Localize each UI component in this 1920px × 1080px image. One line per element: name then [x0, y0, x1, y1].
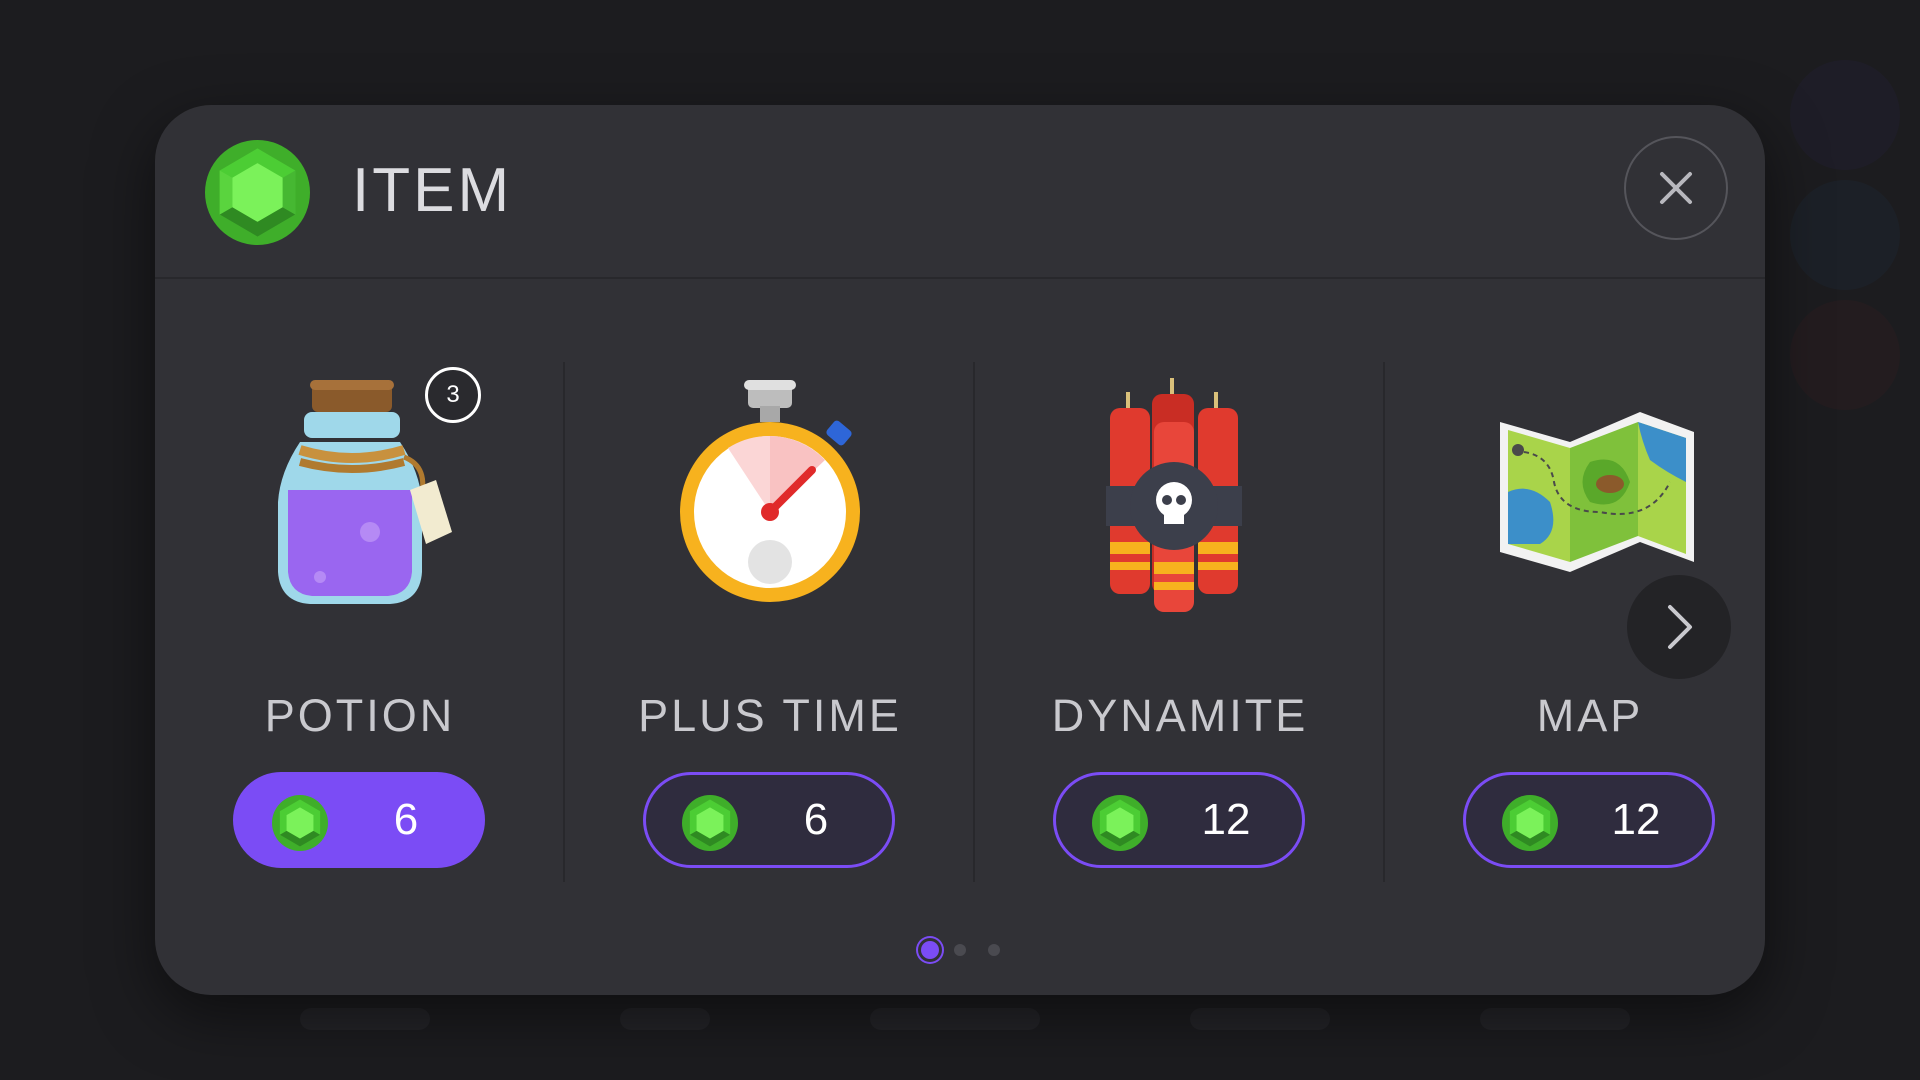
background-ornament [1790, 300, 1900, 410]
close-icon [1660, 172, 1692, 204]
buy-button[interactable]: 12 [1053, 772, 1305, 868]
modal-header: ITEM [155, 105, 1765, 279]
background-label [870, 1008, 1040, 1030]
page-dot-2[interactable] [954, 944, 966, 956]
page-dot-1[interactable] [921, 941, 939, 959]
item-name: DYNAMITE [1051, 690, 1309, 741]
next-page-button[interactable] [1627, 575, 1731, 679]
background-ornament [1790, 60, 1900, 170]
item-name: MAP [1536, 690, 1644, 741]
green-gem-icon [205, 140, 310, 245]
green-gem-icon [1092, 795, 1148, 851]
green-gem-icon [1502, 795, 1558, 851]
price-value: 12 [1201, 795, 1251, 844]
price-value: 6 [803, 795, 829, 844]
background-label [1190, 1008, 1330, 1030]
stopwatch-icon [680, 380, 860, 602]
item-card-map[interactable]: MAP 12 [1385, 362, 1795, 882]
page-indicator [155, 935, 1765, 965]
item-card-dynamite[interactable]: DYNAMITE 12 [975, 362, 1385, 882]
green-gem-icon [682, 795, 738, 851]
dynamite-icon [1106, 378, 1242, 612]
modal-title: ITEM [352, 156, 513, 225]
background-label [300, 1008, 430, 1030]
close-button[interactable] [1624, 136, 1728, 240]
item-shop-modal: ITEM 3 POTION 6 PLUS TIME 6 DYNAMITE 12 … [155, 105, 1765, 995]
page-dot-3[interactable] [988, 944, 1000, 956]
item-grid: 3 POTION 6 PLUS TIME 6 DYNAMITE 12 MAP 1… [155, 362, 1765, 982]
item-card-potion[interactable]: 3 POTION 6 [155, 362, 565, 882]
buy-button[interactable]: 12 [1463, 772, 1715, 868]
buy-button[interactable]: 6 [233, 772, 485, 868]
price-value: 12 [1611, 795, 1661, 844]
background-label [1480, 1008, 1630, 1030]
owned-count-badge: 3 [425, 367, 481, 423]
background-label [620, 1008, 710, 1030]
background-ornament [1790, 180, 1900, 290]
chevron-right-icon [1668, 605, 1692, 649]
buy-button[interactable]: 6 [643, 772, 895, 868]
price-value: 6 [393, 795, 419, 844]
item-name: POTION [264, 690, 456, 741]
green-gem-icon [272, 795, 328, 851]
item-card-plus-time[interactable]: PLUS TIME 6 [565, 362, 975, 882]
item-name: PLUS TIME [638, 690, 902, 741]
